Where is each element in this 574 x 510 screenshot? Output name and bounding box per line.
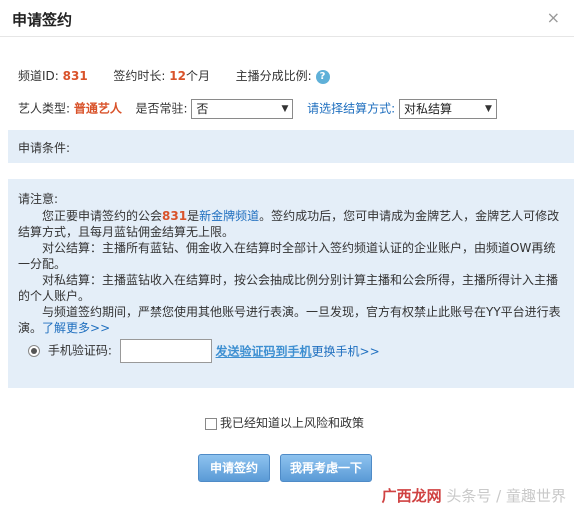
agree-row: 我已经知道以上风险和政策 [205,414,364,431]
artist-type-value: 普通艺人 [73,101,122,116]
change-phone-link[interactable]: 更换手机>> [312,345,380,359]
duration-value: 12 [169,69,186,83]
channel-id-label: 频道ID: [18,69,59,83]
artist-row: 艺人类型: 普通艺人 是否常驻: 否 ▼ 请选择结算方式: 对私结算 ▼ [18,99,497,119]
resident-label: 是否常驻: [135,101,188,116]
watermark-brand: 广西龙网 [381,487,442,505]
agree-checkbox[interactable] [205,417,217,430]
reconsider-button[interactable]: 我再考虑一下 [280,454,372,482]
watermark: 广西龙网 头条号 / 童趣世界 [382,485,566,506]
phone-verify-radio[interactable] [28,345,40,357]
settlement-select-value: 对私结算 [403,102,452,116]
notice-paragraph: 您正要申请签约的公会831是新金牌频道。签约成功后，您可申请成为金牌艺人，金牌艺… [18,209,560,239]
dialog-title: 申请签约 [12,11,73,29]
learn-more-link[interactable]: 了解更多>> [42,321,110,335]
agree-label: 我已经知道以上风险和政策 [220,416,365,430]
verify-code-input[interactable] [119,339,212,363]
help-icon[interactable]: ? [315,69,330,84]
chevron-down-icon: ▼ [281,104,289,114]
settlement-select[interactable]: 对私结算 ▼ [398,99,497,119]
watermark-text: 头条号 / 童趣世界 [446,487,566,505]
resident-select-value: 否 [196,102,209,116]
share-ratio-label: 主播分成比例: [235,69,312,83]
chevron-down-icon: ▼ [485,104,492,114]
send-code-link[interactable]: 发送验证码到手机 [216,345,312,359]
dialog-header: 申请签约 × [0,0,574,37]
resident-select[interactable]: 否 ▼ [191,99,294,119]
settlement-label: 请选择结算方式: [307,101,396,116]
notice-title: 请注意: [18,192,59,206]
notice-paragraph: 对私结算：主播蓝钻收入在结算时，按公会抽成比例分别计算主播和公会所得，主播所得计… [18,273,559,303]
notice-text: 您正要申请签约的公会831是新金牌频道。签约成功后，您可申请成为金牌艺人，金牌艺… [18,208,564,336]
conditions-panel: 申请条件: [8,130,574,163]
phone-verify-label: 手机验证码: [47,343,112,358]
duration-unit: 个月 [185,69,210,83]
notice-panel: 请注意: 您正要申请签约的公会831是新金牌频道。签约成功后，您可申请成为金牌艺… [8,179,574,388]
guild-id: 831 [162,209,188,223]
close-icon[interactable]: × [547,8,560,27]
artist-type-label: 艺人类型: [18,101,71,116]
apply-button[interactable]: 申请签约 [198,454,270,482]
phone-verify-row: 手机验证码: 发送验证码到手机更换手机>> [28,339,380,363]
conditions-label: 申请条件: [18,141,71,155]
notice-paragraph: 与频道签约期间，严禁您使用其他账号进行表演。一旦发现，官方有权禁止此账号在YY平… [18,305,561,335]
info-row: 频道ID: 831 签约时长: 12个月 主播分成比例: ? [18,67,330,84]
notice-paragraph: 对公结算：主播所有蓝钻、佣金收入在结算时全部计入签约频道认证的企业账户，由频道O… [18,241,556,271]
duration-label: 签约时长: [113,69,166,83]
channel-id-value: 831 [62,69,88,83]
guild-name-link[interactable]: 新金牌频道 [199,209,259,223]
